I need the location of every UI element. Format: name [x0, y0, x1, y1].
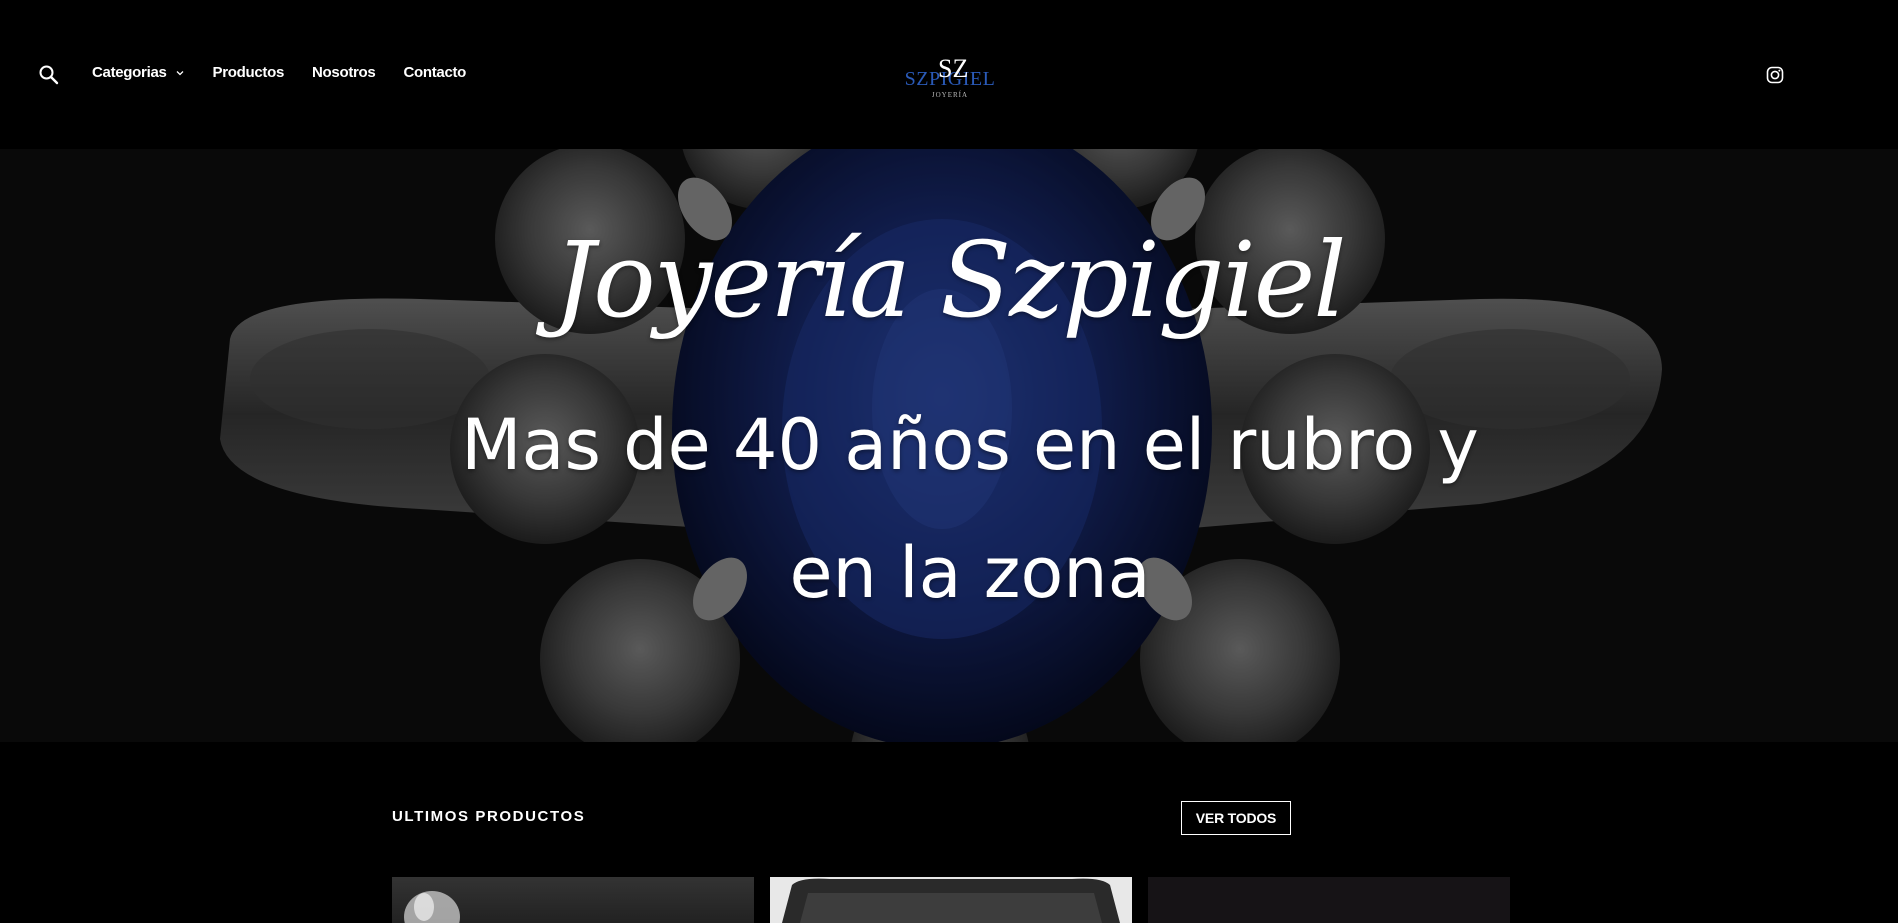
nav-about[interactable]: Nosotros [312, 64, 376, 81]
product-card[interactable] [770, 877, 1132, 923]
logo-subtext: JOYERÍA [931, 91, 969, 99]
logo-monogram: SZ [938, 54, 969, 83]
product-image [782, 878, 1120, 923]
latest-products-section: ULTIMOS PRODUCTOS VER TODOS [0, 742, 1898, 923]
nav-categories[interactable]: Categorias [92, 64, 185, 81]
instagram-icon[interactable] [1766, 66, 1784, 84]
nav-categories-label: Categorias [92, 64, 167, 81]
nav-products[interactable]: Productos [213, 64, 285, 81]
product-card[interactable] [1148, 877, 1510, 923]
product-image [1148, 877, 1510, 923]
hero-subtitle: Mas de 40 años en el rubro y en la zona [461, 404, 1479, 614]
hero-banner: Joyería Szpigiel Mas de 40 años en el ru… [0, 149, 1898, 742]
hero-script-title: Joyería Szpigiel [553, 219, 1346, 341]
main-nav: Categorias Productos Nosotros Contacto [92, 64, 494, 81]
search-icon[interactable] [38, 64, 60, 86]
page: Categorias Productos Nosotros Contacto S… [0, 0, 1898, 923]
product-image [404, 891, 460, 923]
site-header: Categorias Productos Nosotros Contacto S… [0, 0, 1898, 149]
section-title: ULTIMOS PRODUCTOS [392, 808, 586, 825]
nav-contact[interactable]: Contacto [403, 64, 466, 81]
site-logo[interactable]: SZPIGIEL SZ JOYERÍA [902, 56, 998, 100]
view-all-button[interactable]: VER TODOS [1181, 801, 1291, 835]
chevron-down-icon [176, 70, 183, 75]
product-card[interactable] [392, 877, 754, 923]
